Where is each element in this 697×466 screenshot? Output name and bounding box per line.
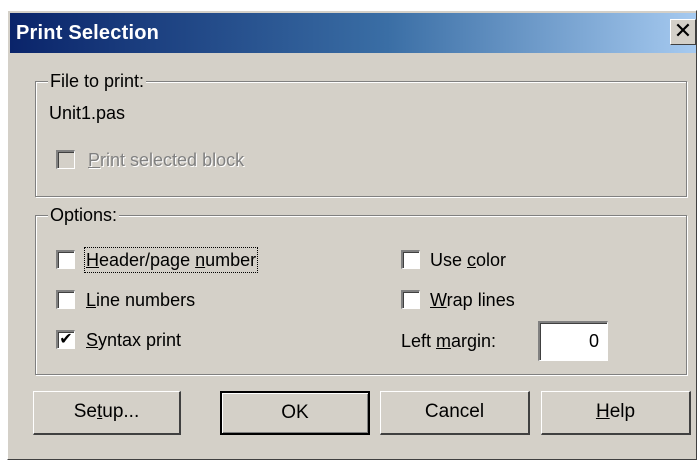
print-selected-block-checkbox[interactable] (56, 150, 75, 169)
wrap-lines-checkbox[interactable] (401, 290, 420, 309)
title-bar[interactable]: Print Selection ✕ (10, 13, 696, 53)
print-selected-block-label[interactable]: Print selected block (88, 149, 244, 171)
accel-p: P (88, 150, 101, 170)
use-color-text-a: Use (430, 250, 468, 270)
close-icon: ✕ (673, 18, 693, 43)
left-margin-label: Left margin: (401, 330, 496, 352)
print-selection-dialog: Print Selection ✕ File to print: Unit1.p… (7, 10, 697, 460)
setup-button[interactable]: Setup... (33, 391, 181, 435)
accel-n: n (195, 250, 206, 270)
header-text-a: eader/page (99, 250, 196, 270)
help-button[interactable]: Help (541, 391, 691, 435)
syntax-print-label[interactable]: Syntax print (86, 329, 181, 351)
wrap-lines-text: rap lines (446, 290, 515, 310)
cancel-button[interactable]: Cancel (380, 391, 530, 435)
left-margin-text-a: Left (401, 331, 437, 351)
accel-l: L (86, 290, 97, 310)
accel-w: W (430, 290, 447, 310)
use-color-checkbox[interactable] (401, 250, 420, 269)
left-margin-text-b: argin: (451, 331, 497, 351)
line-numbers-checkbox[interactable] (56, 290, 75, 309)
options-legend: Options: (48, 204, 120, 226)
help-text: elp (609, 401, 636, 422)
line-numbers-label[interactable]: Line numbers (86, 289, 195, 311)
header-page-number-checkbox[interactable] (56, 250, 75, 269)
file-to-print-legend: File to print: (48, 70, 147, 92)
line-numbers-text: ine numbers (96, 290, 196, 310)
header-page-number-label[interactable]: Header/page number (83, 247, 259, 273)
use-color-label[interactable]: Use color (430, 249, 506, 271)
header-text-b: umber (205, 250, 257, 270)
left-margin-input[interactable]: 0 (538, 321, 608, 361)
accel-m: m (436, 331, 452, 351)
ok-button[interactable]: OK (220, 391, 370, 435)
file-name-label: Unit1.pas (49, 103, 126, 123)
print-selected-block-text: rint selected block (100, 150, 245, 170)
close-button[interactable]: ✕ (670, 19, 696, 45)
wrap-lines-label[interactable]: Wrap lines (430, 289, 515, 311)
setup-text-a: Se (73, 401, 97, 422)
use-color-text-b: olor (476, 250, 507, 270)
syntax-print-text: yntax print (98, 330, 182, 350)
checkmark-icon: ✔ (59, 331, 73, 348)
accel-c: c (467, 250, 477, 270)
syntax-print-checkbox[interactable]: ✔ (56, 330, 75, 349)
dialog-title: Print Selection (16, 22, 160, 44)
accel-s: S (86, 330, 99, 350)
accel-h: H (86, 250, 99, 270)
setup-text-b: up... (102, 401, 140, 422)
file-to-print-group: File to print: Unit1.pas Print selected … (35, 70, 687, 197)
accel-help-h: H (595, 401, 610, 422)
